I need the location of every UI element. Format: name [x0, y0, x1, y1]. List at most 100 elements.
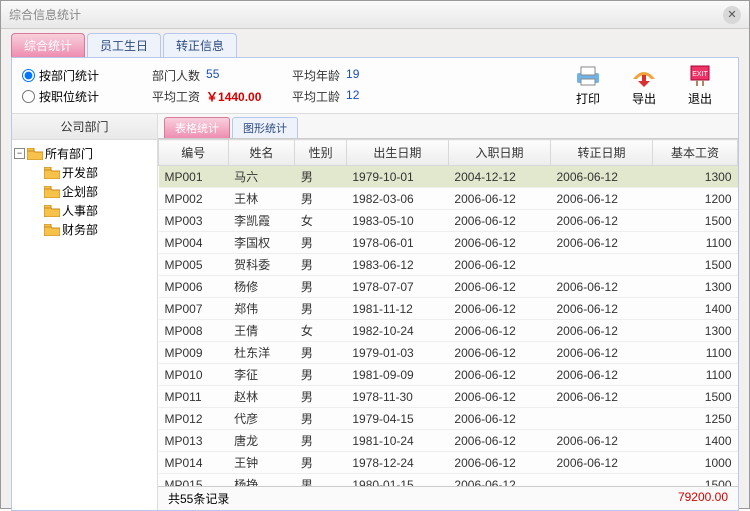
radio-by-dept-label: 按部门统计	[39, 67, 99, 84]
main-tab-0[interactable]: 综合统计	[11, 33, 85, 57]
cell: 李国权	[228, 232, 295, 254]
avg-seniority-value: 12	[346, 88, 359, 105]
collapse-icon[interactable]: −	[14, 148, 25, 159]
main-tabs: 综合统计员工生日转正信息	[1, 29, 749, 57]
cell: 1500	[653, 254, 738, 276]
data-table: 编号姓名性别出生日期入职日期转正日期基本工资 MP001马六男1979-10-0…	[158, 139, 738, 486]
col-header-3[interactable]: 出生日期	[346, 140, 448, 166]
table-row[interactable]: MP007郑伟男1981-11-122006-06-122006-06-1214…	[159, 298, 738, 320]
cell: 1200	[653, 188, 738, 210]
avg-age-value: 19	[346, 67, 359, 84]
cell	[551, 408, 653, 430]
cell: 2006-06-12	[448, 474, 550, 487]
table-row[interactable]: MP008王倩女1982-10-242006-06-122006-06-1213…	[159, 320, 738, 342]
cell: 赵林	[228, 386, 295, 408]
cell: 2006-06-12	[448, 210, 550, 232]
close-icon[interactable]: ✕	[723, 6, 741, 24]
table-row[interactable]: MP006杨修男1978-07-072006-06-122006-06-1213…	[159, 276, 738, 298]
cell: 2006-06-12	[551, 166, 653, 188]
table-row[interactable]: MP003李凯霞女1983-05-102006-06-122006-06-121…	[159, 210, 738, 232]
cell: 2006-06-12	[448, 298, 550, 320]
cell: MP012	[159, 408, 229, 430]
cell: 男	[295, 364, 346, 386]
body-split: 公司部门 − 所有部门 开发部企划部人事部财务部 表格统计图形统计	[12, 113, 738, 510]
table-row[interactable]: MP001马六男1979-10-012004-12-122006-06-1213…	[159, 166, 738, 188]
cell	[551, 254, 653, 276]
table-row[interactable]: MP004李国权男1978-06-012006-06-122006-06-121…	[159, 232, 738, 254]
cell: 1978-12-24	[346, 452, 448, 474]
radio-by-post-input[interactable]	[22, 90, 35, 103]
col-header-4[interactable]: 入职日期	[448, 140, 550, 166]
cell: 1400	[653, 430, 738, 452]
col-header-2[interactable]: 性别	[295, 140, 346, 166]
cell: 男	[295, 386, 346, 408]
cell: 男	[295, 166, 346, 188]
tree-item-2[interactable]: 人事部	[14, 201, 155, 220]
avg-age-label: 平均年龄	[292, 67, 340, 84]
table-row[interactable]: MP012代彦男1979-04-152006-06-121250	[159, 408, 738, 430]
cell: 2006-06-12	[448, 188, 550, 210]
tree-item-3[interactable]: 财务部	[14, 220, 155, 239]
cell: 2006-06-12	[448, 386, 550, 408]
cell: 2006-06-12	[448, 342, 550, 364]
window-title: 综合信息统计	[9, 6, 723, 23]
col-header-1[interactable]: 姓名	[228, 140, 295, 166]
salary-total: 79200.00	[678, 490, 728, 507]
cell: MP009	[159, 342, 229, 364]
sidebar-header: 公司部门	[12, 114, 157, 140]
table-row[interactable]: MP014王钟男1978-12-242006-06-122006-06-1210…	[159, 452, 738, 474]
cell: 1400	[653, 298, 738, 320]
col-header-5[interactable]: 转正日期	[551, 140, 653, 166]
cell: 2006-06-12	[551, 298, 653, 320]
cell: MP010	[159, 364, 229, 386]
cell: 杨修	[228, 276, 295, 298]
dept-count-label: 部门人数	[152, 67, 200, 84]
cell: 1979-04-15	[346, 408, 448, 430]
data-grid[interactable]: 编号姓名性别出生日期入职日期转正日期基本工资 MP001马六男1979-10-0…	[158, 138, 738, 486]
cell: 唐龙	[228, 430, 295, 452]
titlebar: 综合信息统计 ✕	[1, 1, 749, 29]
export-label: 导出	[632, 90, 656, 107]
tree-item-1[interactable]: 企划部	[14, 182, 155, 201]
print-button[interactable]: 打印	[572, 64, 604, 107]
cell: 1980-01-15	[346, 474, 448, 487]
cell: 2006-06-12	[448, 254, 550, 276]
cell: 2006-06-12	[448, 430, 550, 452]
cell: 1250	[653, 408, 738, 430]
cell: MP011	[159, 386, 229, 408]
exit-button[interactable]: EXIT 退出	[684, 64, 716, 107]
cell: 男	[295, 232, 346, 254]
toolbar: 按部门统计 按职位统计 部门人数 55 平均年龄 19 平均工资	[12, 58, 738, 113]
export-icon	[628, 64, 660, 88]
cell: 王林	[228, 188, 295, 210]
radio-by-dept[interactable]: 按部门统计	[22, 65, 152, 86]
table-row[interactable]: MP005贺科委男1983-06-122006-06-121500	[159, 254, 738, 276]
sub-tab-0[interactable]: 表格统计	[164, 117, 230, 138]
app-window: 综合信息统计 ✕ 综合统计员工生日转正信息 按部门统计 按职位统计 部门人数 5…	[0, 0, 750, 509]
export-button[interactable]: 导出	[628, 64, 660, 107]
table-row[interactable]: MP002王林男1982-03-062006-06-122006-06-1212…	[159, 188, 738, 210]
radio-by-dept-input[interactable]	[22, 69, 35, 82]
cell: MP001	[159, 166, 229, 188]
col-header-6[interactable]: 基本工资	[653, 140, 738, 166]
cell: 郑伟	[228, 298, 295, 320]
cell: 王钟	[228, 452, 295, 474]
table-row[interactable]: MP013唐龙男1981-10-242006-06-122006-06-1214…	[159, 430, 738, 452]
sidebar: 公司部门 − 所有部门 开发部企划部人事部财务部	[12, 114, 158, 510]
table-row[interactable]: MP009杜东洋男1979-01-032006-06-122006-06-121…	[159, 342, 738, 364]
sub-tab-1[interactable]: 图形统计	[232, 117, 298, 138]
main-tab-2[interactable]: 转正信息	[163, 33, 237, 57]
table-row[interactable]: MP015杨挣男1980-01-152006-06-121500	[159, 474, 738, 487]
folder-icon	[44, 224, 60, 236]
tree-root[interactable]: − 所有部门	[14, 144, 155, 163]
tree-item-0[interactable]: 开发部	[14, 163, 155, 182]
col-header-0[interactable]: 编号	[159, 140, 229, 166]
cell: 男	[295, 474, 346, 487]
cell: 1300	[653, 166, 738, 188]
radio-by-post[interactable]: 按职位统计	[22, 86, 152, 107]
cell: 代彦	[228, 408, 295, 430]
table-row[interactable]: MP011赵林男1978-11-302006-06-122006-06-1215…	[159, 386, 738, 408]
cell: 2006-06-12	[551, 364, 653, 386]
main-tab-1[interactable]: 员工生日	[87, 33, 161, 57]
table-row[interactable]: MP010李征男1981-09-092006-06-122006-06-1211…	[159, 364, 738, 386]
